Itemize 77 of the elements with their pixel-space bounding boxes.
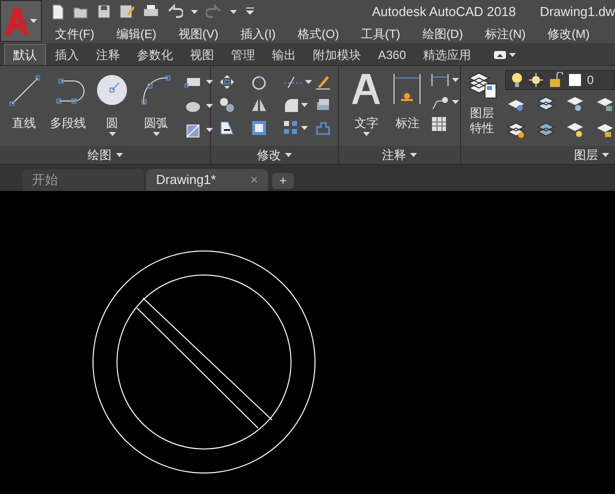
ribbon-tool-button[interactable]: 直线	[6, 74, 42, 130]
ribbon-tool-button[interactable]: 图层特性	[467, 70, 497, 136]
ribbon-tab[interactable]: 精选应用	[415, 44, 480, 65]
panel-title-button[interactable]: 绘图	[0, 146, 210, 164]
caret-icon[interactable]	[304, 80, 312, 84]
caret-icon[interactable]	[191, 10, 198, 14]
caret-icon[interactable]	[285, 153, 292, 157]
caret-icon[interactable]	[362, 132, 370, 136]
hatch-icon[interactable]	[184, 122, 202, 138]
caret-icon[interactable]	[300, 126, 308, 130]
dimension-icon[interactable]	[393, 72, 422, 106]
ribbon-tab[interactable]: 附加模块	[305, 44, 369, 65]
menu-item[interactable]: 编辑(E)	[116, 24, 156, 42]
mirror-icon[interactable]	[250, 97, 267, 113]
caret-icon[interactable]	[509, 53, 516, 57]
panel-title-button[interactable]: 图层	[461, 146, 615, 164]
caret-icon[interactable]	[300, 103, 308, 107]
caret-icon[interactable]	[108, 132, 116, 136]
caret-icon[interactable]	[30, 19, 37, 23]
circle-icon[interactable]	[96, 74, 128, 106]
ribbon-tab[interactable]: 视图	[182, 44, 222, 65]
caret-icon[interactable]	[116, 153, 122, 157]
menu-item[interactable]: 工具(T)	[360, 24, 400, 42]
leader-icon[interactable]	[431, 94, 450, 110]
menu-item[interactable]: 插入(I)	[240, 24, 276, 42]
ribbon-tab[interactable]: A360	[370, 44, 414, 65]
save-icon[interactable]	[97, 4, 111, 20]
panel-title-button[interactable]: 注释	[339, 146, 460, 164]
ribbon-tab[interactable]: 插入	[47, 44, 87, 65]
file-tab[interactable]: Drawing1* ×	[146, 169, 268, 191]
unlocked-icon[interactable]	[549, 72, 563, 88]
caret-icon[interactable]	[206, 128, 213, 132]
ribbon-tab[interactable]: 参数化	[129, 44, 181, 65]
caret-icon[interactable]	[152, 132, 160, 136]
undo-icon[interactable]	[167, 4, 183, 20]
ribbon-tab[interactable]: 默认	[4, 44, 46, 65]
ribbon-tool-button[interactable]: 多段线	[48, 74, 88, 130]
menu-item[interactable]: 格式(O)	[298, 24, 339, 42]
lightbulb-icon[interactable]	[511, 72, 523, 88]
text-icon[interactable]	[351, 72, 382, 106]
caret-icon[interactable]	[410, 153, 418, 157]
ribbon-tool-button[interactable]: 圆	[94, 74, 130, 136]
window-title: Autodesk AutoCAD 2018	[372, 3, 516, 22]
ribbon-tab[interactable]: 管理	[223, 44, 263, 65]
new-tab-button[interactable]: +	[272, 173, 294, 189]
caret-icon[interactable]	[230, 10, 237, 14]
layer-name: 0	[587, 72, 594, 89]
caret-icon[interactable]	[206, 80, 213, 84]
sun-icon[interactable]	[529, 72, 543, 88]
layer-dropdown[interactable]: 0	[505, 70, 615, 90]
menu-item[interactable]: 标注(N)	[484, 24, 526, 42]
table-icon[interactable]	[431, 116, 448, 132]
caret-icon[interactable]	[602, 153, 609, 157]
ribbon-tab[interactable]: 注释	[88, 44, 128, 65]
layer-properties-icon[interactable]	[467, 70, 497, 100]
caret-icon[interactable]	[452, 78, 460, 82]
logo-icon	[5, 7, 29, 35]
menu-item[interactable]: 文件(F)	[55, 24, 94, 42]
menu-item[interactable]: 绘图(D)	[422, 24, 463, 42]
new-file-icon[interactable]	[51, 4, 65, 20]
app-menu-button[interactable]	[0, 0, 42, 42]
array-icon[interactable]	[282, 120, 299, 136]
move-icon[interactable]	[219, 74, 235, 90]
line-icon[interactable]	[8, 74, 40, 106]
file-tab[interactable]: 开始	[22, 169, 144, 191]
ribbon-tool-button[interactable]: 文字	[349, 72, 384, 136]
caret-icon[interactable]	[452, 100, 460, 104]
ribbon-tool-button[interactable]: 圆弧	[136, 74, 176, 136]
caret-icon[interactable]	[206, 104, 213, 108]
panel-title-button[interactable]: 修改	[211, 146, 338, 164]
color-swatch	[569, 74, 581, 86]
rotate-icon[interactable]	[250, 74, 267, 90]
menu-item[interactable]: 修改(M)	[548, 24, 590, 42]
document-name: Drawing1.dw	[540, 3, 615, 22]
menu-item[interactable]: 视图(V)	[178, 24, 218, 42]
ribbon-tool-button[interactable]: 标注	[391, 72, 424, 130]
ribbon-tab[interactable]: 输出	[264, 44, 304, 65]
